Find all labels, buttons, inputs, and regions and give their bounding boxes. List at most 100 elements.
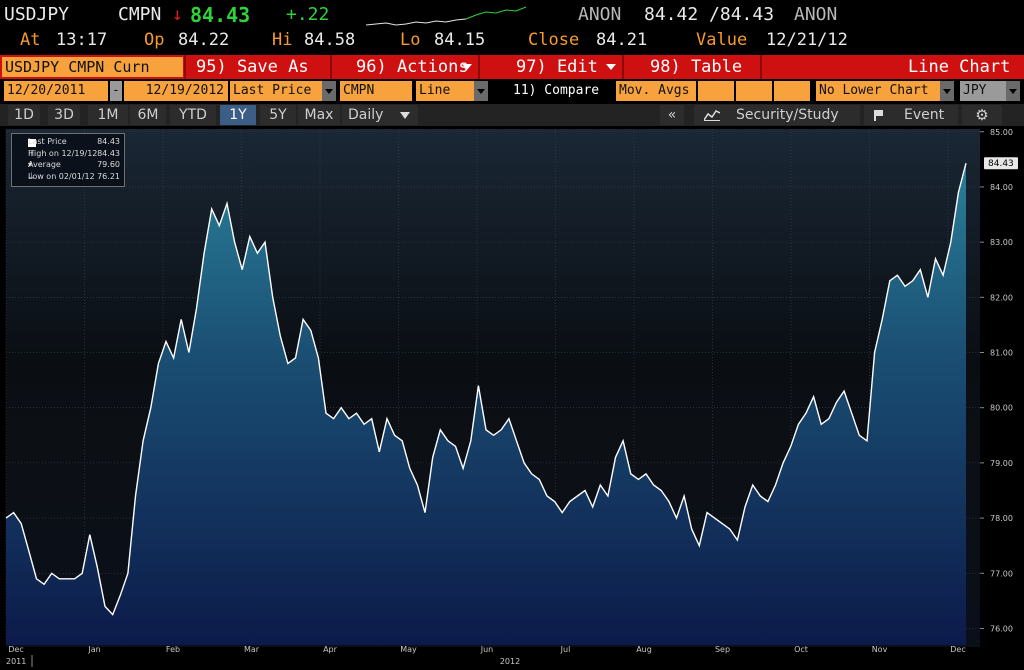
close-value: 84.21 <box>596 30 648 50</box>
quote-header: USDJPY CMPN ↓ 84.43 +.22 ANON 84.42 /84.… <box>0 0 1024 54</box>
frequency-select[interactable]: Daily <box>342 105 418 125</box>
lower-chart-select[interactable]: No Lower Chart <box>816 81 940 101</box>
x-tick-label: Sep <box>715 645 730 654</box>
actions-button[interactable]: 96) Actions <box>356 55 469 79</box>
settings-button[interactable]: ⚙ <box>962 105 1002 125</box>
price-chart[interactable]: 85.00 84.00 83.00 82.00 81.00 80.00 79.00 78.00… <box>0 127 1024 670</box>
mov-avg-slot[interactable] <box>736 81 772 101</box>
event-label: Event <box>904 107 945 123</box>
security-field[interactable]: USDJPY CMPN Curn <box>2 57 183 77</box>
range-1y-button[interactable]: 1Y <box>220 105 256 125</box>
table-button[interactable]: 98) Table <box>650 55 742 79</box>
close-label: Close <box>528 30 580 50</box>
bid-source: ANON <box>578 4 622 25</box>
event-button[interactable]: Event <box>864 105 958 125</box>
x-tick-label: Apr <box>323 645 338 654</box>
toolbar-divider <box>760 55 762 79</box>
security-study-label: Security/Study <box>736 107 839 123</box>
edit-button[interactable]: 97) Edit <box>516 55 598 79</box>
ticker-symbol: USDJPY <box>4 4 70 25</box>
x-tick-label: Jan <box>87 645 100 654</box>
range-ytd-button[interactable]: YTD <box>170 105 216 125</box>
x-year-label: 2011 <box>6 657 26 666</box>
sparkline <box>366 6 527 26</box>
mov-avgs-field[interactable]: Mov. Avgs <box>616 81 696 101</box>
frequency-label: Daily <box>348 107 384 123</box>
end-date-field[interactable]: 12/19/2012 <box>124 81 228 101</box>
legend-avg-value: 79.60 <box>97 160 120 169</box>
at-label: At <box>20 30 41 50</box>
security-study-button[interactable]: Security/Study <box>694 105 860 125</box>
y-tick-label: 78.00 <box>990 514 1013 523</box>
y-tick-label: 76.00 <box>990 624 1013 633</box>
function-toolbar: USDJPY CMPN Curn 95) Save As 96) Actions… <box>0 55 1024 79</box>
range-1d-button[interactable]: 1D <box>8 105 40 125</box>
down-arrow-icon: ↓ <box>172 4 183 25</box>
gear-icon: ⚙ <box>975 106 989 124</box>
source-field[interactable]: CMPN <box>340 81 412 101</box>
legend-last-label: Last Price <box>28 137 67 146</box>
field-dropdown-icon[interactable] <box>322 81 336 101</box>
last-price-marker: 84.43 <box>984 157 1018 170</box>
x-tick-label: Dec <box>950 645 965 654</box>
y-tick-label: 85.00 <box>990 128 1013 137</box>
style-dropdown-icon[interactable] <box>474 81 488 101</box>
chart-line-icon <box>704 110 720 121</box>
high-value: 84.58 <box>304 30 356 50</box>
x-tick-label: Mar <box>244 645 260 654</box>
low-label: Lo <box>400 30 421 50</box>
mov-avg-slot[interactable] <box>698 81 734 101</box>
at-time: 13:17 <box>56 30 108 50</box>
value-date: 12/21/12 <box>766 30 848 50</box>
range-3d-button[interactable]: 3D <box>48 105 80 125</box>
range-6m-button[interactable]: 6M <box>130 105 166 125</box>
actions-dropdown-icon[interactable] <box>462 64 472 70</box>
ask-source: ANON <box>794 4 838 25</box>
x-tick-label: Jul <box>560 645 571 654</box>
range-5y-button[interactable]: 5Y <box>260 105 296 125</box>
x-tick-label: Aug <box>636 645 652 654</box>
x-tick-label: Nov <box>872 645 888 654</box>
high-label: Hi <box>272 30 293 50</box>
pricing-source: CMPN <box>118 4 162 25</box>
last-price-tag-label: 84.43 <box>988 159 1014 169</box>
legend-high-value: 84.43 <box>97 149 120 158</box>
toolbar-divider <box>478 55 480 79</box>
currency-select[interactable]: JPY <box>960 81 1006 101</box>
range-toolbar: 1D 3D 1M 6M YTD 1Y 5Y Max Daily « Securi… <box>0 104 1024 126</box>
style-select[interactable]: Line <box>416 81 474 101</box>
flag-icon <box>874 110 883 121</box>
compare-button[interactable]: 11) Compare <box>510 81 614 101</box>
x-tick-label: Jun <box>480 645 494 654</box>
x-tick-label: Feb <box>166 645 180 654</box>
collapse-button[interactable]: « <box>660 105 684 125</box>
range-max-button[interactable]: Max <box>298 105 340 125</box>
lower-chart-dropdown-icon[interactable] <box>940 81 954 101</box>
y-tick-label: 79.00 <box>990 459 1013 468</box>
toolbar-divider <box>622 55 624 79</box>
save-as-button[interactable]: 95) Save As <box>196 55 309 79</box>
legend-last-value: 84.43 <box>97 137 120 146</box>
low-value: 84.15 <box>434 30 486 50</box>
y-tick-label: 84.00 <box>990 183 1013 192</box>
chart-parameters: 12/20/2011 - 12/19/2012 Last Price CMPN … <box>0 80 1024 102</box>
net-change: +.22 <box>286 4 330 25</box>
start-date-field[interactable]: 12/20/2011 <box>4 81 108 101</box>
range-1m-button[interactable]: 1M <box>88 105 128 125</box>
chart-legend[interactable]: Last Price 84.43 ⊤ High on 12/19/12 84.4… <box>11 133 125 187</box>
legend-low-label: Low on 02/01/12 <box>28 172 95 181</box>
date-range-dash: - <box>110 81 122 101</box>
currency-dropdown-icon[interactable] <box>1006 81 1020 101</box>
y-tick-label: 80.00 <box>990 404 1013 413</box>
x-tick-label: May <box>400 645 417 654</box>
y-tick-label: 77.00 <box>990 569 1013 578</box>
bid-ask: 84.42 /84.43 <box>644 4 775 25</box>
chart-type-label[interactable]: Line Chart <box>908 55 1010 79</box>
field-select[interactable]: Last Price <box>230 81 322 101</box>
y-tick-label: 82.00 <box>990 293 1013 302</box>
last-price: 84.43 <box>190 3 251 27</box>
edit-dropdown-icon[interactable] <box>606 64 616 70</box>
legend-low-value: 76.21 <box>97 172 120 181</box>
mov-avg-slot[interactable] <box>774 81 810 101</box>
toolbar-divider <box>184 55 186 79</box>
